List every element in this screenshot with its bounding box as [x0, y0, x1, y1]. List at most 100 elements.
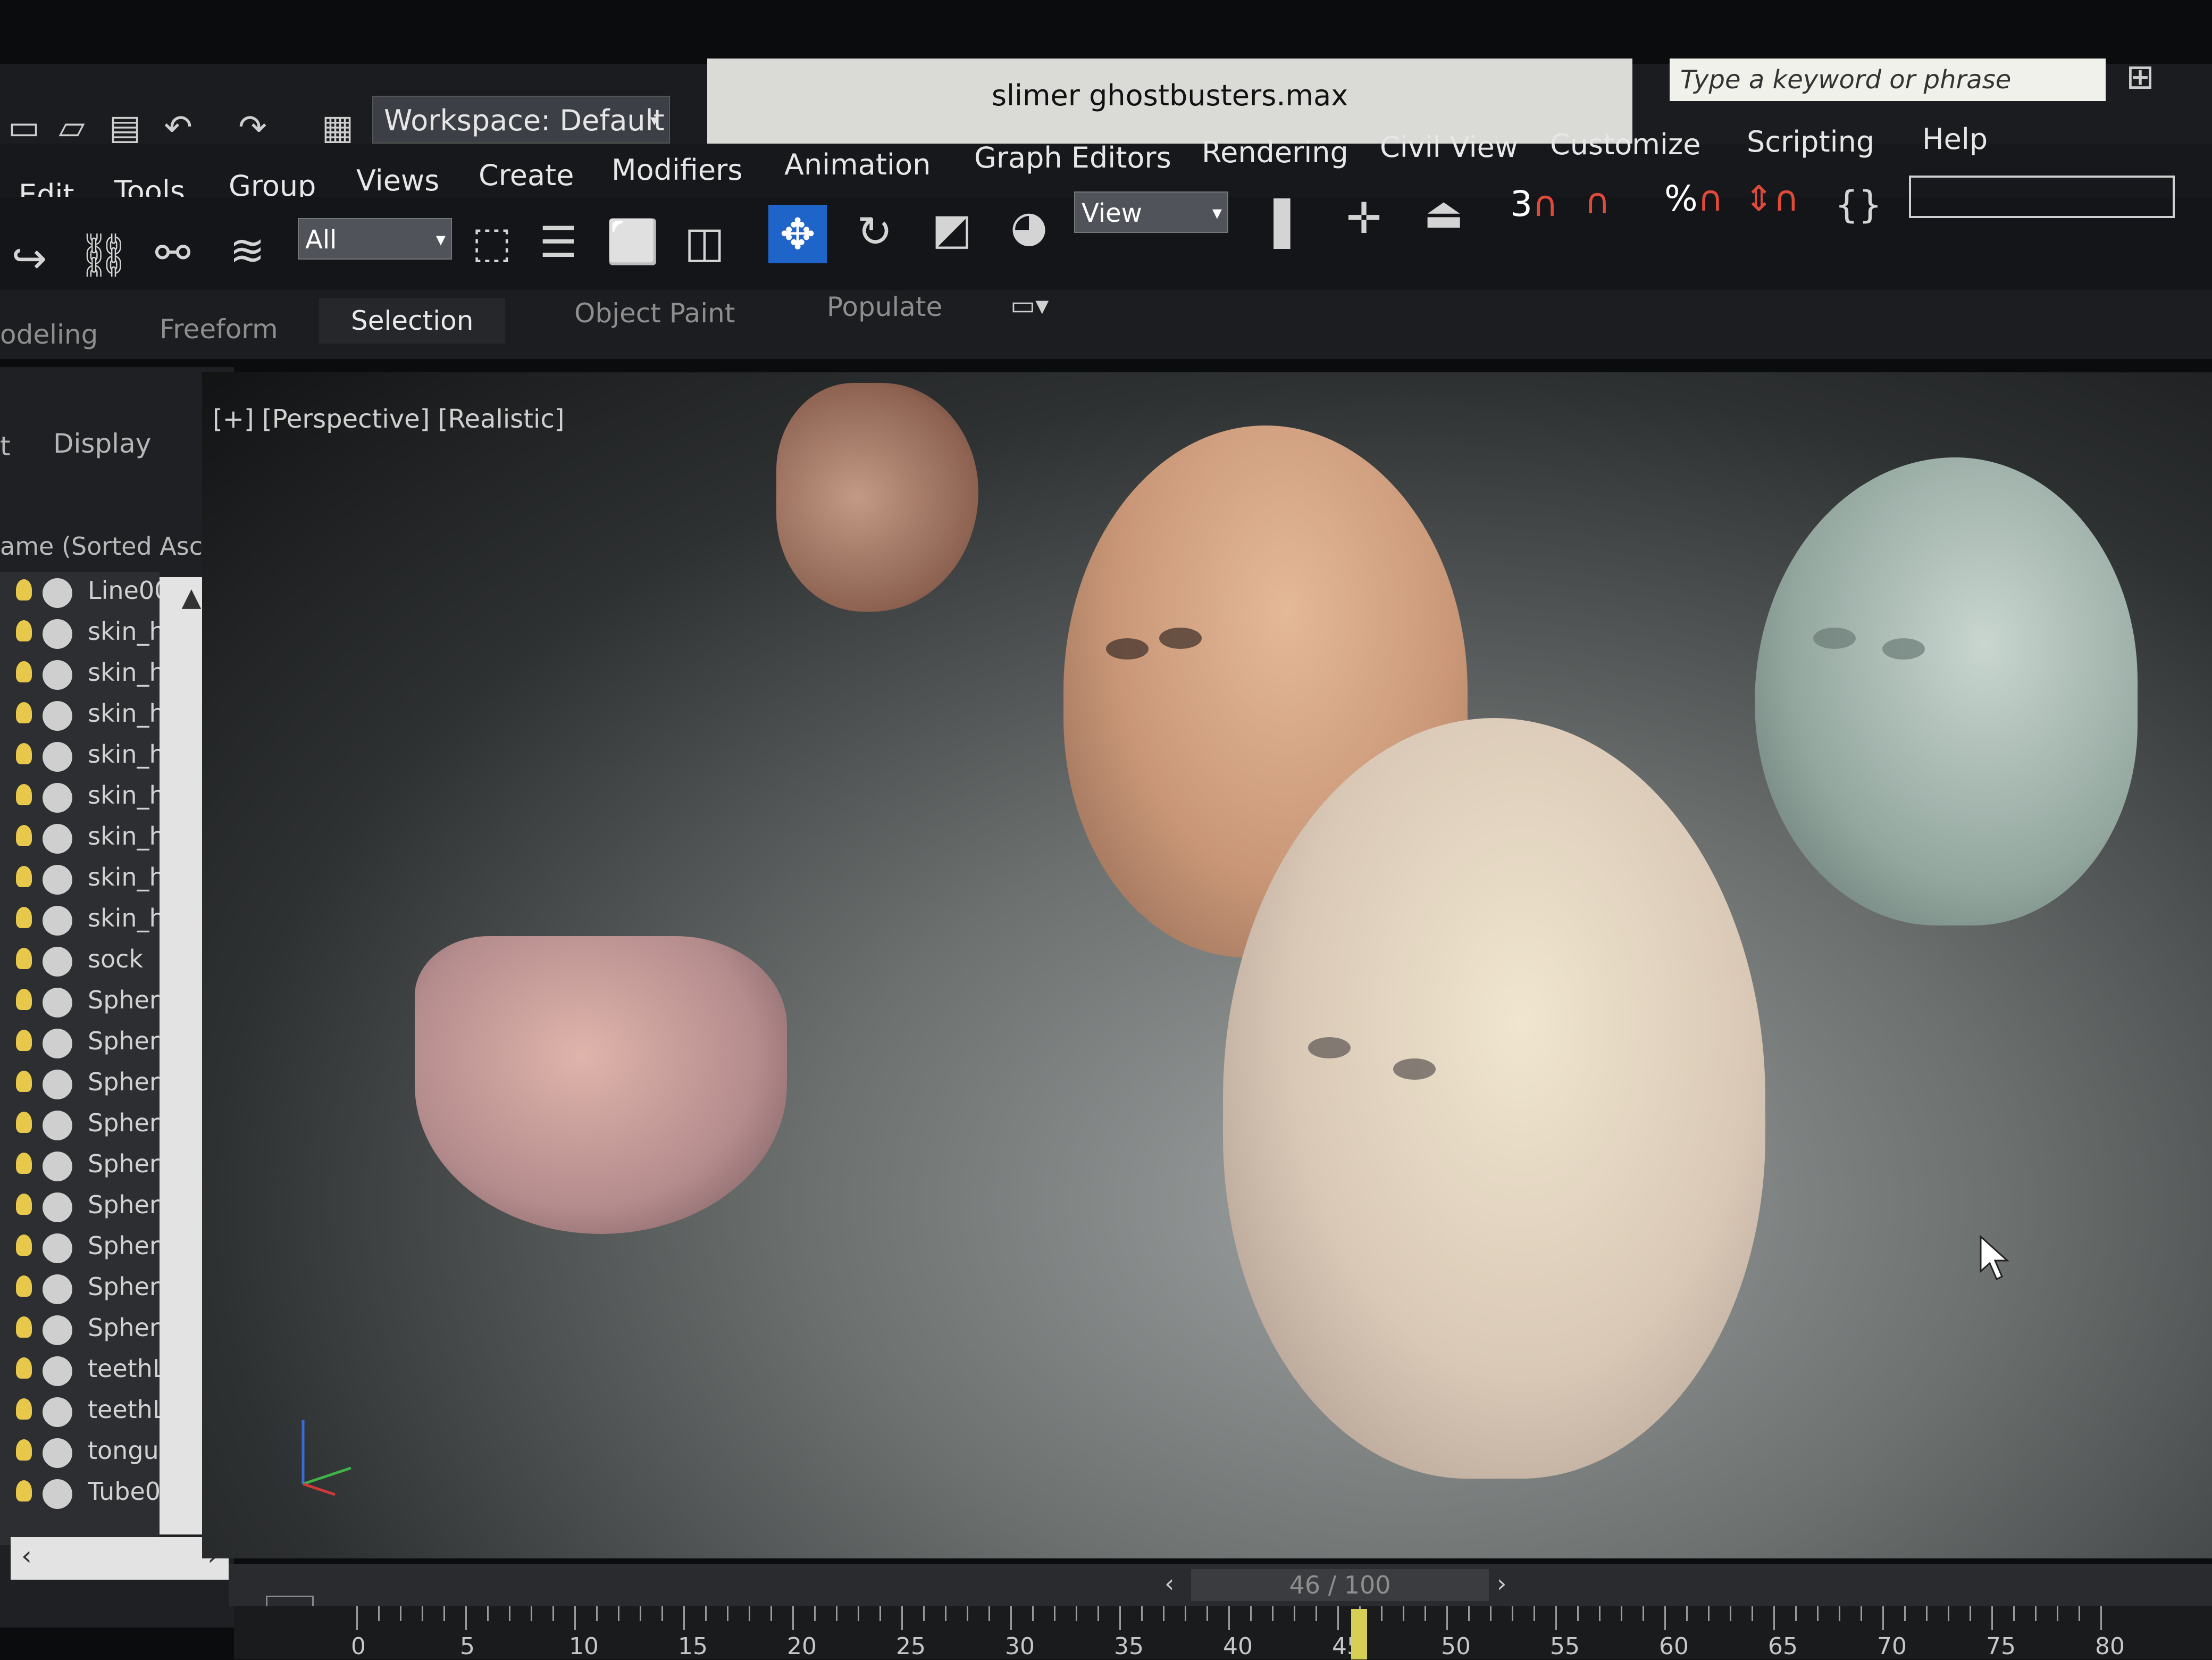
pivot-center-icon[interactable]: ▐	[1244, 194, 1303, 253]
time-slider[interactable]: 46 / 100	[1191, 1569, 1489, 1601]
menu-create[interactable]: Create	[479, 159, 574, 192]
light-bulb-icon[interactable]	[16, 1275, 32, 1297]
new-file-icon[interactable]: ▭	[5, 109, 43, 146]
menu-rendering[interactable]: Rendering	[1202, 136, 1348, 169]
light-bulb-icon[interactable]	[16, 1316, 32, 1338]
workspace-dropdown[interactable]: Workspace: Default ▾	[372, 96, 670, 144]
save-icon[interactable]: ▤	[106, 109, 144, 146]
rectangular-selection-icon[interactable]: ⬜	[604, 213, 662, 271]
list-item[interactable]: skin_h	[0, 696, 160, 737]
redo-arrow-icon[interactable]: ↪	[0, 229, 58, 287]
light-bulb-icon[interactable]	[16, 1234, 32, 1256]
ribbon-tab-modeling[interactable]: odeling	[0, 319, 98, 350]
spinner-snap-icon[interactable]: ⇕∩	[1744, 178, 1799, 219]
light-bulb-icon[interactable]	[16, 1398, 32, 1420]
light-bulb-icon[interactable]	[16, 825, 32, 846]
face-mask-pale[interactable]	[1223, 718, 1765, 1479]
list-item[interactable]: tongue	[0, 1433, 160, 1474]
light-bulb-icon[interactable]	[16, 1439, 32, 1461]
select-and-place-icon[interactable]: ◕	[1000, 197, 1058, 255]
percent-snap-icon[interactable]: %∩	[1664, 178, 1723, 219]
light-bulb-icon[interactable]	[16, 948, 32, 969]
light-bulb-icon[interactable]	[16, 661, 32, 682]
ribbon-options-icon[interactable]: ▭▾	[1010, 290, 1049, 321]
ribbon-tab-object-paint[interactable]: Object Paint	[574, 298, 735, 329]
list-item[interactable]: Sphere	[0, 1228, 160, 1269]
light-bulb-icon[interactable]	[16, 620, 32, 641]
menu-civil-view[interactable]: Civil View	[1380, 130, 1518, 164]
light-bulb-icon[interactable]	[16, 1153, 32, 1174]
explorer-column-header[interactable]: ame (Sorted Ascen	[0, 532, 233, 561]
project-folder-icon[interactable]: ▦	[319, 109, 356, 146]
select-and-move-icon[interactable]: ✥	[768, 205, 827, 263]
list-item[interactable]: Tube0	[0, 1474, 160, 1515]
menu-scripting[interactable]: Scripting	[1747, 125, 1874, 159]
named-selection-set-field[interactable]	[1909, 176, 2175, 218]
scroll-left-icon[interactable]: ‹	[21, 1540, 32, 1571]
menu-help[interactable]: Help	[1922, 122, 1988, 156]
light-bulb-icon[interactable]	[16, 1480, 32, 1501]
snaps-toggle-icon[interactable]: 3∩	[1510, 183, 1558, 224]
light-bulb-icon[interactable]	[16, 866, 32, 887]
menu-graph-editors[interactable]: Graph Editors	[974, 141, 1171, 174]
light-bulb-icon[interactable]	[16, 1194, 32, 1215]
lower-face-mesh[interactable]	[415, 936, 787, 1234]
selection-filter-dropdown[interactable]: All ▾	[298, 218, 452, 260]
window-crossing-icon[interactable]: ◫	[675, 213, 734, 271]
list-item[interactable]: skin_h	[0, 614, 160, 655]
edit-named-selection-icon[interactable]: {}	[1829, 176, 1888, 234]
list-item[interactable]: Sphere	[0, 1187, 160, 1228]
binoculars-icon[interactable]: ⊞	[2122, 59, 2159, 96]
viewport-label[interactable]: [+] [Perspective] [Realistic]	[213, 404, 564, 434]
list-item[interactable]: Sphere	[0, 1310, 160, 1351]
ribbon-tab-freeform[interactable]: Freeform	[160, 314, 278, 345]
select-by-name-icon[interactable]: ☰	[529, 213, 588, 271]
list-item[interactable]: skin_h	[0, 860, 160, 900]
unlink-icon[interactable]: ⚯	[144, 223, 202, 282]
list-item[interactable]: sock	[0, 941, 160, 982]
list-item[interactable]: skin_h	[0, 655, 160, 696]
timeline-playhead[interactable]	[1351, 1609, 1367, 1659]
light-bulb-icon[interactable]	[16, 989, 32, 1010]
list-item[interactable]: skin_h	[0, 737, 160, 778]
explorer-tab-display[interactable]: Display	[53, 428, 151, 459]
menu-animation[interactable]: Animation	[784, 148, 931, 181]
open-file-icon[interactable]: ▱	[53, 109, 90, 146]
list-item[interactable]: Line00	[0, 573, 160, 614]
light-bulb-icon[interactable]	[16, 743, 32, 764]
explorer-horizontal-scrollbar[interactable]: ‹ ›	[11, 1537, 229, 1580]
menu-customize[interactable]: Customize	[1550, 128, 1700, 161]
previous-frame-icon[interactable]: ‹	[1164, 1569, 1174, 1598]
search-input[interactable]: Type a keyword or phrase	[1670, 59, 2106, 101]
explorer-tab-select[interactable]: t	[0, 431, 11, 462]
light-bulb-icon[interactable]	[16, 702, 32, 723]
list-item[interactable]: skin_h	[0, 900, 160, 941]
menu-views[interactable]: Views	[356, 164, 439, 197]
keyboard-shortcut-override-icon[interactable]: ⏏	[1414, 183, 1473, 242]
select-and-scale-icon[interactable]: ◩	[923, 199, 981, 258]
select-manipulate-icon[interactable]: ✛	[1335, 189, 1393, 247]
list-item[interactable]: teethL	[0, 1392, 160, 1433]
ribbon-tab-selection[interactable]: Selection	[319, 298, 506, 344]
list-item[interactable]: skin_h	[0, 778, 160, 819]
list-item[interactable]: Sphere	[0, 1105, 160, 1146]
light-bulb-icon[interactable]	[16, 907, 32, 928]
ribbon-tab-populate[interactable]: Populate	[827, 291, 942, 322]
light-bulb-icon[interactable]	[16, 1030, 32, 1051]
select-object-icon[interactable]: ⬚	[463, 213, 521, 271]
redo-icon[interactable]: ↷	[234, 109, 271, 146]
list-item[interactable]: Sphere	[0, 1146, 160, 1187]
list-item[interactable]: Sphere	[0, 1064, 160, 1105]
light-bulb-icon[interactable]	[16, 579, 32, 600]
track-bar[interactable]: 0 5 10 15 20 25 30 35 40 45 50 55 60 65 70 75 80	[234, 1606, 2212, 1660]
list-item[interactable]: Sphere	[0, 982, 160, 1023]
light-bulb-icon[interactable]	[16, 1357, 32, 1379]
light-bulb-icon[interactable]	[16, 784, 32, 805]
reference-coordinate-dropdown[interactable]: View ▾	[1074, 191, 1228, 233]
list-item[interactable]: teethL	[0, 1351, 160, 1392]
angle-snap-icon[interactable]: ∩	[1585, 181, 1610, 222]
link-icon[interactable]: ⛓	[74, 226, 133, 285]
select-and-rotate-icon[interactable]: ↻	[845, 202, 904, 261]
bind-space-warp-icon[interactable]: ≋	[218, 221, 276, 279]
undo-icon[interactable]: ↶	[160, 109, 197, 146]
